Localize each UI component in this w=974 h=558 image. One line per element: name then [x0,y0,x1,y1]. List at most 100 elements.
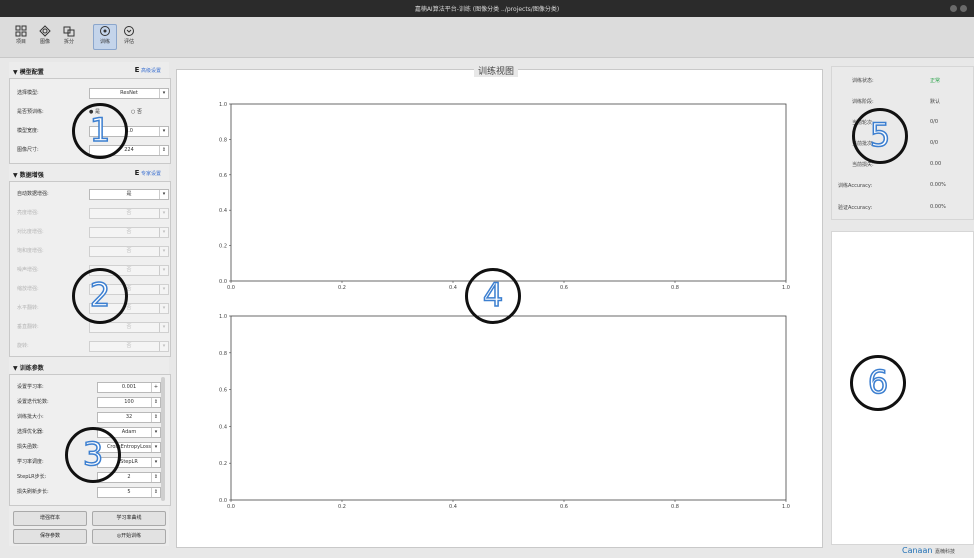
toolbar-train-button[interactable]: 训练 [93,24,117,50]
augment-option-select[interactable]: 否 ▾ [89,341,169,352]
plot-area [230,103,787,282]
augment-option-label: 旋转: [17,343,29,349]
status-value: 0.00 [930,161,942,167]
expert-settings-link[interactable]: E 专家设置 [135,169,161,177]
param-row: 设置学习率: 0.001 + [17,382,167,393]
title-bar: 嘉楠AI算法平台-训练 (图像分类 ../projects/图像分类) [0,0,974,17]
augment-option-row: 饱和度增强: 否 ▾ [17,246,169,257]
status-value: 0/0 [930,140,939,146]
y-tick-label: 0.6 [219,388,227,394]
chevron-down-icon: ▾ [159,323,168,332]
augment-option-label: 缩放增强: [17,286,39,292]
scrollbar[interactable] [161,377,165,501]
annotation-marker: 2 [72,268,128,324]
x-tick-label: 0.4 [449,285,457,291]
chevron-down-icon: ▾ [151,428,160,437]
augment-sample-button[interactable]: 增强样本 [13,511,87,526]
chevron-down-icon: ▾ [159,228,168,237]
stepper-icon: ⇕ [151,473,160,482]
param-label: 学习率调度: [17,459,44,465]
train-icon [100,26,110,36]
model-config-header[interactable]: ▼ 模型配置 [13,67,44,76]
image-size-value: 224 [124,147,134,153]
stepper-icon: + [151,383,160,392]
annotation-marker: 1 [72,103,128,159]
y-tick-label: 1.0 [219,314,227,320]
augment-option-select[interactable]: 否 ▾ [89,246,169,257]
train-params-title: 训练参数 [19,365,44,372]
brand-logo: Canaan 嘉楠科技 [902,546,955,555]
augment-option-value: 否 [126,229,132,235]
advanced-settings-link[interactable]: E 高级设置 [135,66,161,74]
toolbar-split-label: 拆分 [63,39,74,45]
y-tick-label: 0.0 [219,279,227,285]
x-tick-label: 0.4 [449,504,457,510]
param-value: 2 [127,474,131,480]
param-label: 训练批大小: [17,414,44,420]
model-select[interactable]: ResNet ▾ [89,88,169,99]
augment-option-select[interactable]: 否 ▾ [89,227,169,238]
x-tick-label: 0.2 [338,504,346,510]
x-tick-label: 0.0 [227,504,235,510]
augment-option-label: 亮度增强: [17,210,39,216]
lr-curve-button[interactable]: 学习率曲线 [92,511,166,526]
chevron-down-icon: ▾ [159,127,168,136]
toolbar-evaluate-button[interactable]: 评估 [118,25,140,49]
augment-option-value: 否 [126,267,132,273]
status-value: 默认 [930,99,941,105]
status-label: 验证Accuracy: [838,205,873,211]
pretrain-no-radio[interactable]: ○ 否 [131,108,142,115]
chevron-down-icon: ▾ [151,443,160,452]
start-train-button[interactable]: ◎开始训练 [92,529,166,544]
annotation-number: 3 [82,434,104,474]
close-button[interactable] [960,5,967,12]
x-tick-label: 0.2 [338,285,346,291]
toolbar-image-button[interactable]: 图像 [34,25,56,49]
split-icon [63,26,75,37]
augment-option-row: 对比度增强: 否 ▾ [17,227,169,238]
chevron-down-icon: ▾ [159,89,168,98]
train-params-header[interactable]: ▼ 训练参数 [13,363,44,372]
param-value: 5 [127,489,131,495]
auto-augment-label: 自动数据增强: [17,191,49,197]
image-icon [39,25,51,37]
y-tick-label: 0.8 [219,137,227,143]
param-value: StepLR [120,459,138,465]
annotation-marker: 3 [65,427,121,483]
param-row: 损失刷新步长: 5 ⇕ [17,487,167,498]
augment-option-value: 否 [126,248,132,254]
param-input[interactable]: 100 ⇕ [97,397,161,408]
augment-header[interactable]: ▼ 数据增强 [13,170,44,179]
param-input[interactable]: 32 ⇕ [97,412,161,423]
brand-name: Canaan [902,546,933,555]
x-tick-label: 0.6 [560,285,568,291]
param-input[interactable]: 5 ⇕ [97,487,161,498]
model-select-row: 选择模型: ResNet ▾ [17,88,169,99]
param-label: 损失刷新步长: [17,489,49,495]
status-label: 训练Accuracy: [838,183,873,189]
brand-sub: 嘉楠科技 [934,549,955,555]
toolbar-project-button[interactable]: 项目 [10,25,32,49]
augment-option-value: 否 [126,305,132,311]
toolbar-project-label: 项目 [15,39,26,45]
param-row: 设置迭代轮数: 100 ⇕ [17,397,167,408]
param-value: 32 [125,414,133,420]
x-tick-label: 0.6 [560,504,568,510]
param-label: 选择优化器: [17,429,44,435]
model-config-title: 模型配置 [19,69,44,76]
minimize-button[interactable] [950,5,957,12]
auto-augment-value: 是 [126,191,132,197]
toolbar-split-button[interactable]: 拆分 [58,25,80,49]
augment-title: 数据增强 [19,172,44,179]
save-params-button[interactable]: 保存参数 [13,529,87,544]
annotation-marker: 6 [850,355,906,411]
status-value: 0.00% [930,204,946,210]
plot-area [230,315,787,501]
param-row: 训练批大小: 32 ⇕ [17,412,167,423]
param-input[interactable]: 0.001 + [97,382,161,393]
training-view-title: 训练视图 [474,64,519,77]
param-value: 0.001 [121,384,137,390]
auto-augment-select[interactable]: 是 ▾ [89,189,169,200]
pretrain-label: 是否预训练: [17,109,44,115]
augment-option-select[interactable]: 否 ▾ [89,208,169,219]
